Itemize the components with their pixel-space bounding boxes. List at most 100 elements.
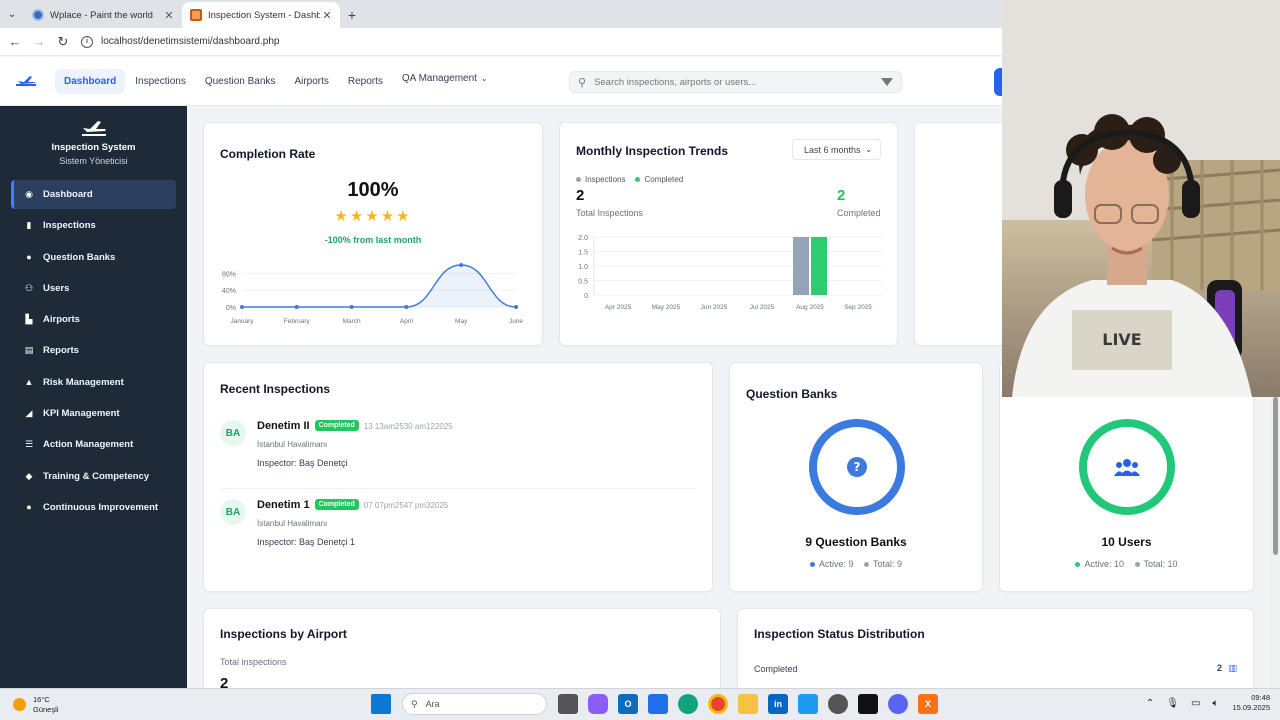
chrome-icon[interactable] [708,694,728,714]
tab-search-icon[interactable]: ⌄ [0,0,24,28]
xampp-icon[interactable]: X [918,694,938,714]
url-field[interactable]: i localhost/denetimsistemi/dashboard.php [81,31,1002,53]
completion-rate-value: 100% [347,179,399,201]
site-favicon-icon [190,9,202,21]
opera-icon[interactable] [828,694,848,714]
forward-icon[interactable]: → [27,34,51,49]
clock[interactable]: 09:48 15.09.2025 [1232,693,1270,713]
sidebar-item-training[interactable]: ◆ Training & Competency [11,462,176,491]
topnav-qa-management[interactable]: QA Management ⌄ [393,66,497,91]
data-point [404,305,409,309]
completed-label: Completed [837,208,881,218]
x-tick-label: Aug 2025 [796,304,824,311]
x-tick-label: Sep 2025 [844,304,872,311]
windows-start-icon[interactable] [371,694,391,714]
sidebar-item-kpi-management[interactable]: ◢ KPI Management [11,399,176,428]
clipboard-icon: ▮ [26,220,32,231]
chevron-down-icon: ⌄ [480,73,488,83]
recent-inspections-card: Recent Inspections BA Denetim II Complete… [203,362,713,592]
data-point [240,305,244,309]
terminal-icon[interactable] [858,694,878,714]
close-icon[interactable]: ✕ [162,9,176,22]
graduation-icon: ◆ [25,470,33,481]
browser-tab-dashboard[interactable]: Inspection System - Dashboard ✕ [182,2,340,28]
topnav-question-banks[interactable]: Question Banks [196,69,285,94]
sidebar-item-question-banks[interactable]: ● Question Banks [11,243,176,272]
x-tick-label: January [230,318,254,325]
reload-icon[interactable]: ↻ [51,34,75,50]
edge-icon[interactable] [678,694,698,714]
list-item[interactable]: BA Denetim 1 Completed 07 07pm2547 pm32025… [220,499,696,559]
copilot-icon[interactable] [588,694,608,714]
discord-icon[interactable] [888,694,908,714]
microphone-icon[interactable]: 🎙︎ [1166,698,1179,709]
new-tab-button[interactable]: + [340,2,364,28]
sidebar-item-dashboard[interactable]: ◉ Dashboard [11,180,176,209]
linkedin-icon[interactable]: in [768,694,788,714]
topnav-inspections[interactable]: Inspections [126,69,195,94]
info-icon[interactable]: i [81,35,93,48]
sidebar-item-inspections[interactable]: ▮ Inspections [11,211,176,240]
by-airport-title: Inspections by Airport [220,627,347,641]
plane-logo-icon [81,121,106,136]
search-icon: ⚲ [578,76,587,89]
range-select[interactable]: Last 6 months ⌄ [792,139,881,160]
list-item[interactable]: BA Denetim II Completed 13 13am2530 am1220… [220,420,696,480]
sidebar-item-risk-management[interactable]: ▲ Risk Management [11,368,176,397]
sidebar-item-label: Reports [43,345,79,357]
total-inspections-label: Total Inspections [576,208,644,218]
data-point [349,305,354,309]
status-row-value: 2 ▥ [1217,663,1237,674]
sidebar-item-reports[interactable]: ▤ Reports [11,336,176,365]
store-icon[interactable] [648,694,668,714]
data-point [459,263,464,267]
filter-icon[interactable] [881,78,893,86]
sidebar-item-label: Inspections [43,220,96,232]
plane-logo-icon[interactable] [15,73,37,89]
sidebar-item-action-management[interactable]: ☰ Action Management [11,430,176,459]
sidebar-item-label: KPI Management [43,408,120,420]
topnav-airports[interactable]: Airports [285,69,337,94]
status-row-label: Completed [754,664,798,674]
file-explorer-icon[interactable] [738,694,758,714]
page-scrollbar[interactable] [1271,397,1280,688]
sun-icon [13,698,26,711]
sidebar-item-airports[interactable]: ▙ Airports [11,305,176,334]
user-menu-button[interactable] [994,68,1002,96]
back-icon[interactable]: ← [3,34,27,49]
total-inspections-number: 2 [576,187,585,204]
global-search[interactable]: ⚲ [569,71,902,93]
chevron-up-icon[interactable]: ⌃ [1146,698,1154,709]
y-tick-label: 0% [226,305,236,312]
sidebar-item-label: Airports [43,314,80,326]
sidebar-item-continuous-improvement[interactable]: ● Continuous Improvement [11,493,176,522]
taskbar-search[interactable]: ⚲ Ara [402,693,547,715]
inspection-title: Denetim 1 Completed 07 07pm2547 pm32025 [257,499,448,511]
task-view-icon[interactable] [558,694,578,714]
outlook-icon[interactable]: O [618,694,638,714]
topnav-reports[interactable]: Reports [339,69,392,94]
status-distribution-title: Inspection Status Distribution [754,627,925,641]
browser-tab-strip: ⌄ Wplace - Paint the world ✕ Inspection … [0,0,1002,28]
inspection-title: Denetim II Completed 13 13am2530 am122025 [257,420,453,432]
completion-delta: -100% from last month [324,235,422,245]
monthly-bar-chart: 2.0 1.5 1.0 0.5 0 Apr 2025 May 2025 Jun 2025 Jul… [578,235,882,311]
building-icon: ▙ [25,314,33,325]
bar-completed [811,237,827,295]
sidebar-item-label: Dashboard [43,189,93,200]
sidebar-brand: Inspection System Sistem Yöneticisi [0,106,187,166]
inspection-date: 13 13am2530 am122025 [363,422,453,431]
network-icon[interactable]: ▭ [1191,698,1200,709]
topnav-dashboard[interactable]: Dashboard [55,68,126,94]
twitter-icon[interactable] [798,694,818,714]
browser-tab-wplace[interactable]: Wplace - Paint the world ✕ [24,2,182,28]
search-input[interactable] [594,76,881,88]
volume-icon[interactable]: 🔈︎ [1212,698,1218,709]
sidebar-item-users[interactable]: ⚇ Users [11,274,176,303]
weather-widget[interactable]: 16°C Güneşli [13,695,58,715]
x-tick-label: April [400,318,414,325]
scrollbar-thumb[interactable] [1273,397,1278,555]
close-icon[interactable]: ✕ [320,9,334,22]
x-tick-label: Jun 2025 [701,304,728,311]
x-tick-label: March [343,318,361,325]
